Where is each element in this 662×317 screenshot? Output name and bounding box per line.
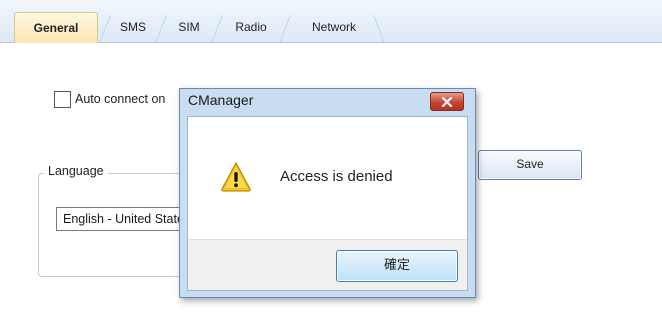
- access-denied-dialog: CManager Access is denied 確定: [179, 88, 476, 298]
- tab-sms[interactable]: SMS: [108, 12, 158, 43]
- dialog-title: CManager: [188, 92, 254, 108]
- language-group-label: Language: [44, 164, 108, 178]
- auto-connect-label: Auto connect on: [75, 92, 166, 106]
- save-button[interactable]: Save: [478, 150, 582, 180]
- tab-network-label: Network: [311, 20, 356, 34]
- tab-radio[interactable]: Radio: [222, 12, 280, 43]
- dialog-close-button[interactable]: [430, 92, 464, 111]
- warning-icon: [221, 161, 251, 192]
- tab-general-label: General: [33, 21, 79, 35]
- tab-sim[interactable]: SIM: [164, 12, 214, 43]
- ok-button[interactable]: 確定: [336, 250, 458, 282]
- dialog-footer: 確定: [188, 239, 467, 290]
- ok-button-label: 確定: [383, 257, 410, 272]
- tab-separator: [279, 15, 291, 42]
- tab-general[interactable]: General: [14, 12, 98, 43]
- tab-strip: General SMS SIM Radio Network: [0, 0, 662, 43]
- save-button-label: Save: [516, 157, 544, 171]
- auto-connect-row[interactable]: Auto connect on: [54, 89, 165, 109]
- dialog-message: Access is denied: [280, 168, 393, 185]
- tab-separator: [373, 15, 385, 42]
- dialog-body: Access is denied 確定: [187, 116, 468, 291]
- close-icon: [441, 96, 453, 107]
- tab-sms-label: SMS: [119, 20, 146, 34]
- language-select-value: English - United States: [63, 212, 191, 226]
- auto-connect-checkbox[interactable]: [54, 90, 71, 108]
- tab-radio-label: Radio: [235, 20, 267, 34]
- tab-network[interactable]: Network: [292, 12, 376, 43]
- tab-sim-label: SIM: [178, 20, 200, 34]
